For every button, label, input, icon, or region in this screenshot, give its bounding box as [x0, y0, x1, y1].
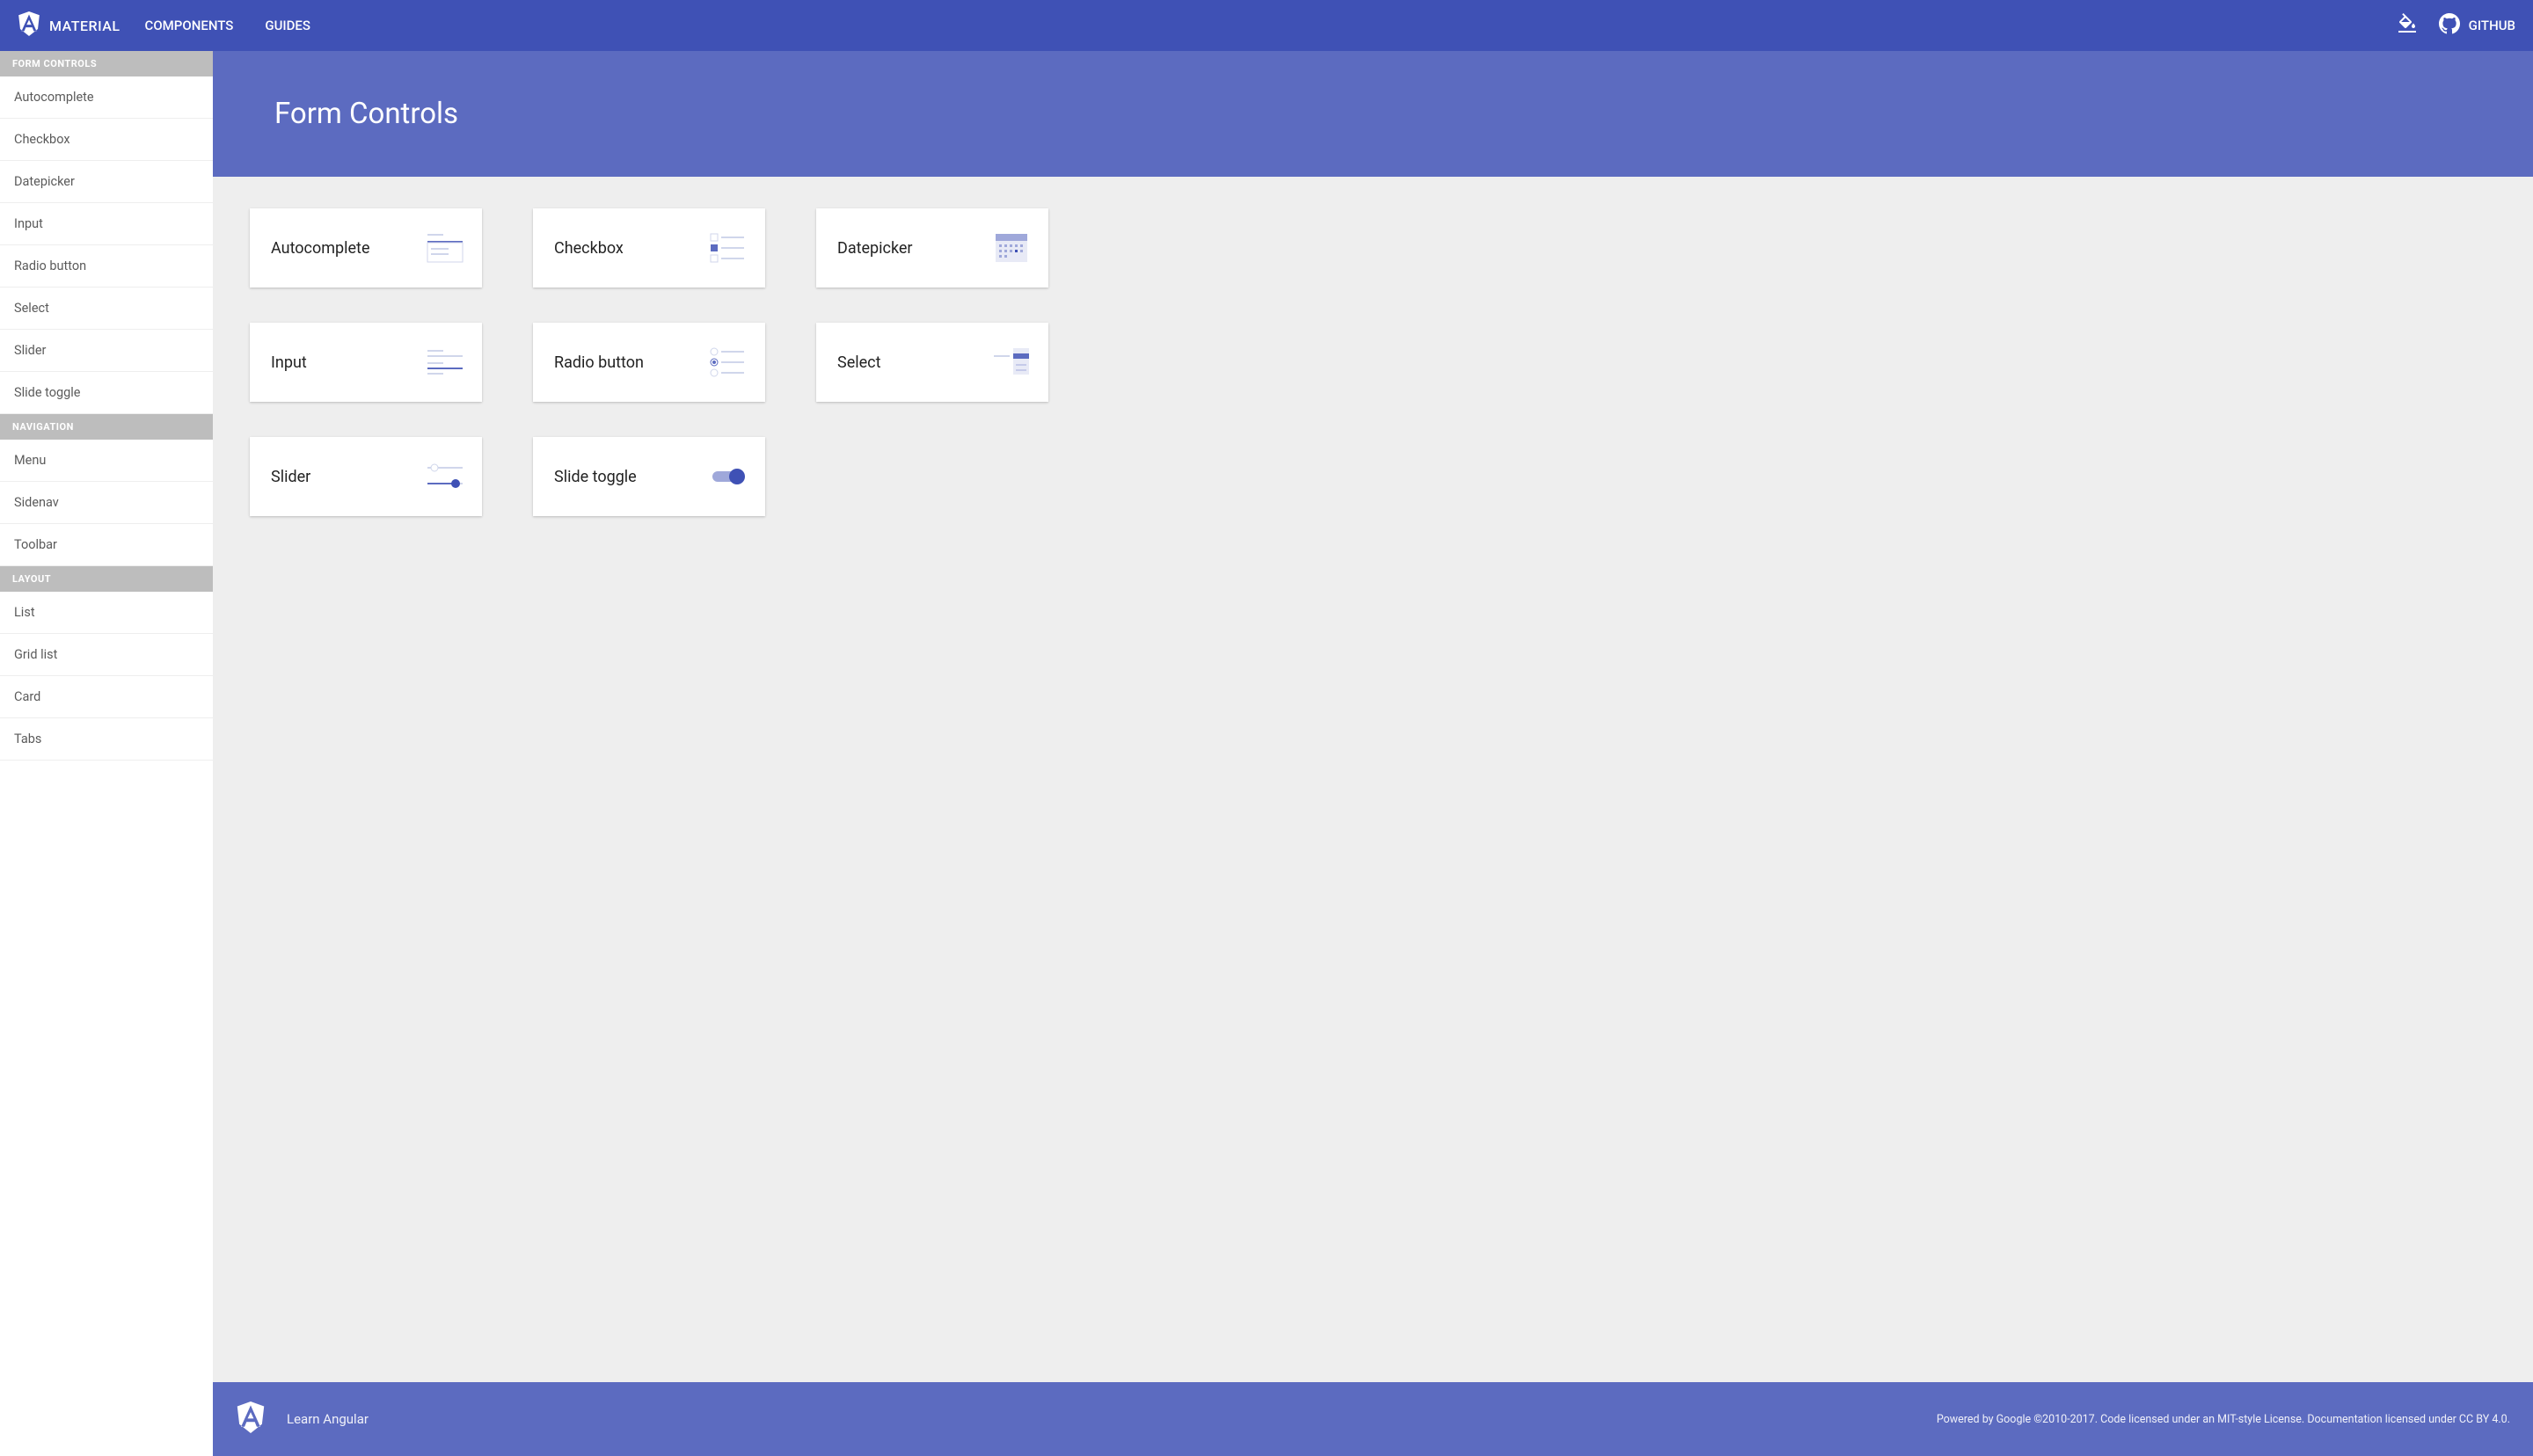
footer: Learn Angular Powered by Google ©2010-20…: [213, 1382, 2533, 1456]
sidebar-header-form-controls: FORM CONTROLS: [0, 51, 213, 76]
header: MATERIAL COMPONENTS GUIDES GITHUB: [0, 0, 2533, 51]
toggle-icon: [709, 460, 748, 493]
sidebar: FORM CONTROLS Autocomplete Checkbox Date…: [0, 51, 213, 1456]
card-input[interactable]: Input: [250, 323, 482, 402]
github-label: GITHUB: [2469, 18, 2515, 33]
radio-icon: [709, 346, 748, 379]
sidebar-item-grid-list[interactable]: Grid list: [0, 634, 213, 676]
card-autocomplete[interactable]: Autocomplete: [250, 208, 482, 288]
paint-bucket-icon[interactable]: [2397, 13, 2418, 38]
nav-link-components[interactable]: COMPONENTS: [145, 18, 234, 33]
github-link[interactable]: GITHUB: [2439, 13, 2515, 38]
sidebar-item-toolbar[interactable]: Toolbar: [0, 524, 213, 566]
sidebar-item-checkbox[interactable]: Checkbox: [0, 119, 213, 161]
page-hero: Form Controls: [213, 51, 2533, 177]
sidebar-item-radio[interactable]: Radio button: [0, 245, 213, 288]
card-slider[interactable]: Slider: [250, 437, 482, 516]
card-radio[interactable]: Radio button: [533, 323, 765, 402]
sidebar-item-tabs[interactable]: Tabs: [0, 718, 213, 761]
angular-logo-icon: [18, 11, 40, 40]
card-label: Checkbox: [554, 239, 624, 258]
header-actions: GITHUB: [2397, 13, 2515, 38]
sidebar-item-input[interactable]: Input: [0, 203, 213, 245]
sidebar-item-sidenav[interactable]: Sidenav: [0, 482, 213, 524]
main: Form Controls Autocomplete Checkbox: [213, 51, 2533, 1456]
card-label: Radio button: [554, 353, 644, 372]
card-datepicker[interactable]: Datepicker: [816, 208, 1048, 288]
autocomplete-icon: [426, 231, 464, 265]
card-label: Slide toggle: [554, 468, 637, 486]
checkbox-icon: [709, 231, 748, 265]
angular-logo-icon: [236, 1401, 266, 1437]
card-label: Datepicker: [837, 239, 913, 258]
sidebar-header-layout: LAYOUT: [0, 566, 213, 592]
learn-angular-link[interactable]: Learn Angular: [236, 1401, 369, 1437]
brand[interactable]: MATERIAL: [18, 11, 120, 40]
sidebar-header-navigation: NAVIGATION: [0, 414, 213, 440]
sidebar-item-slide-toggle[interactable]: Slide toggle: [0, 372, 213, 414]
datepicker-icon: [992, 231, 1031, 265]
github-icon: [2439, 13, 2460, 38]
sidebar-item-datepicker[interactable]: Datepicker: [0, 161, 213, 203]
slider-icon: [426, 460, 464, 493]
card-label: Slider: [271, 468, 310, 486]
footer-legal: Powered by Google ©2010-2017. Code licen…: [1937, 1413, 2510, 1426]
card-slide-toggle[interactable]: Slide toggle: [533, 437, 765, 516]
nav-links: COMPONENTS GUIDES: [145, 18, 310, 33]
sidebar-item-list[interactable]: List: [0, 592, 213, 634]
sidebar-item-menu[interactable]: Menu: [0, 440, 213, 482]
sidebar-item-autocomplete[interactable]: Autocomplete: [0, 76, 213, 119]
learn-label: Learn Angular: [287, 1411, 369, 1427]
brand-name: MATERIAL: [49, 18, 120, 34]
page-title: Form Controls: [274, 97, 2471, 131]
sidebar-item-slider[interactable]: Slider: [0, 330, 213, 372]
card-select[interactable]: Select: [816, 323, 1048, 402]
card-label: Select: [837, 353, 880, 372]
card-checkbox[interactable]: Checkbox: [533, 208, 765, 288]
card-label: Input: [271, 353, 307, 372]
card-label: Autocomplete: [271, 239, 369, 258]
card-grid: Autocomplete Checkbox: [213, 177, 2533, 1382]
select-icon: [992, 346, 1031, 379]
sidebar-item-select[interactable]: Select: [0, 288, 213, 330]
sidebar-item-card[interactable]: Card: [0, 676, 213, 718]
input-icon: [426, 346, 464, 379]
nav-link-guides[interactable]: GUIDES: [265, 18, 310, 33]
